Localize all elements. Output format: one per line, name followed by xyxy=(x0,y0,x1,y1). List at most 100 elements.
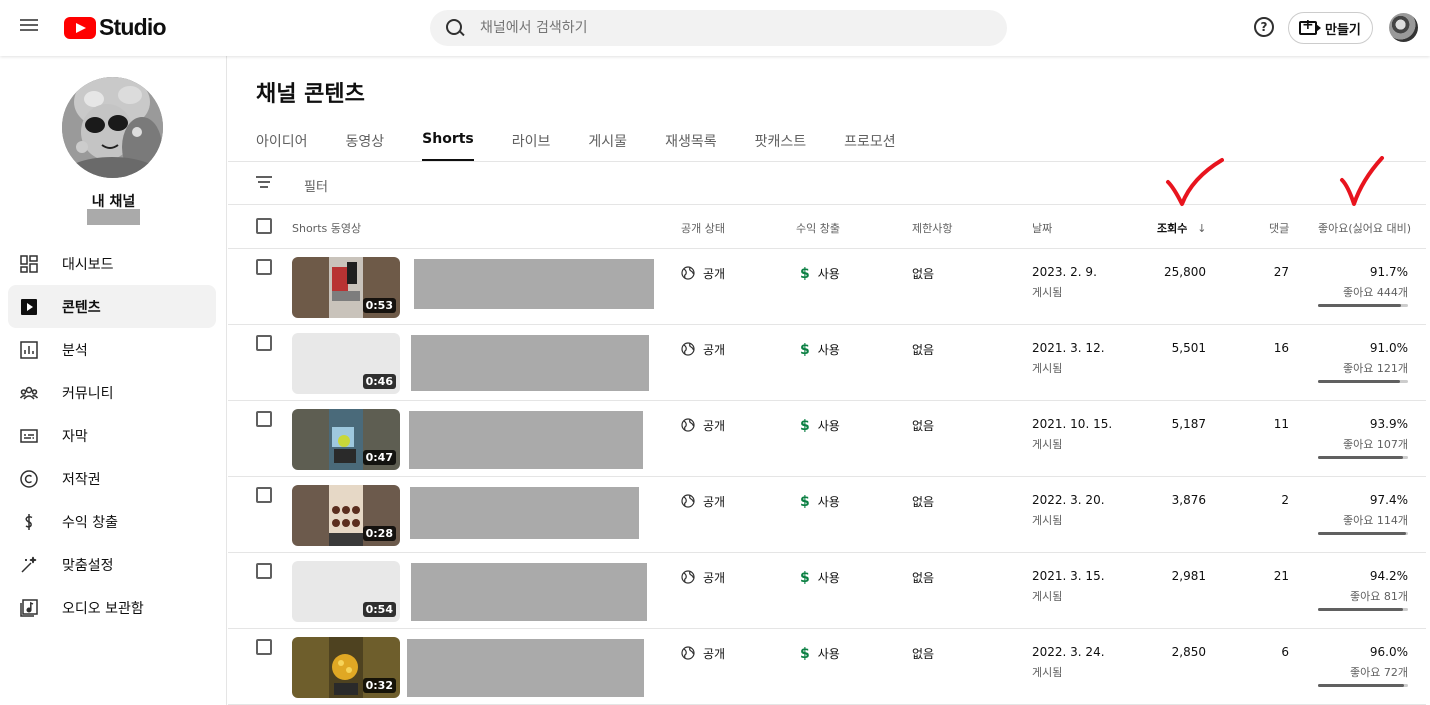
dashboard-icon xyxy=(20,254,38,273)
video-thumbnail[interactable]: 0:54 xyxy=(292,561,400,622)
likes-cell: 93.9% 좋아요 107개 xyxy=(1343,417,1408,452)
visibility-cell[interactable]: 공개 xyxy=(681,493,725,510)
video-title-redacted[interactable] xyxy=(414,259,654,309)
monetization-cell[interactable]: $ 사용 xyxy=(800,569,840,586)
filter-input[interactable]: 필터 xyxy=(304,176,328,195)
likes-cell: 96.0% 좋아요 72개 xyxy=(1350,645,1408,680)
create-button[interactable]: 만들기 xyxy=(1288,12,1373,44)
monetization-cell[interactable]: $ 사용 xyxy=(800,265,840,282)
date-cell: 2021. 3. 12. 게시됨 xyxy=(1032,341,1105,376)
sidebar-item-customization[interactable]: 맞춤설정 xyxy=(8,543,216,586)
video-title-redacted[interactable] xyxy=(411,563,647,621)
menu-icon[interactable] xyxy=(20,16,42,38)
visibility-cell[interactable]: 공개 xyxy=(681,645,725,662)
like-ratio-fill xyxy=(1318,608,1403,611)
sidebar-item-dashboard[interactable]: 대시보드 xyxy=(8,242,216,285)
table-row[interactable]: 0:53 공개 $ 사용 없음 2023. 2. 9. 게시됨 25,800 27… xyxy=(228,249,1426,325)
like-ratio-bar xyxy=(1318,456,1408,459)
visibility-cell[interactable]: 공개 xyxy=(681,569,725,586)
views-cell: 5,501 xyxy=(1171,341,1206,355)
studio-logo[interactable]: Studio xyxy=(64,14,167,41)
like-ratio-bar xyxy=(1318,304,1408,307)
analytics-icon xyxy=(20,340,38,359)
monetization-cell[interactable]: $ 사용 xyxy=(800,341,840,358)
monetization-cell[interactable]: $ 사용 xyxy=(800,493,840,510)
monetization-cell[interactable]: $ 사용 xyxy=(800,417,840,434)
sidebar-item-monetization[interactable]: 수익 창출 xyxy=(8,500,216,543)
row-checkbox[interactable] xyxy=(256,563,272,579)
select-all-checkbox[interactable] xyxy=(256,218,272,234)
video-thumbnail[interactable]: 0:46 xyxy=(292,333,400,394)
row-checkbox[interactable] xyxy=(256,487,272,503)
tab-posts[interactable]: 게시물 xyxy=(588,126,627,162)
like-count: 좋아요 107개 xyxy=(1343,438,1408,451)
sidebar-item-audio-library[interactable]: 오디오 보관함 xyxy=(8,586,216,629)
channel-avatar[interactable] xyxy=(62,77,163,178)
account-avatar[interactable] xyxy=(1389,13,1418,42)
views-cell: 3,876 xyxy=(1171,493,1206,507)
header-likes[interactable]: 좋아요(싫어요 대비) xyxy=(1318,220,1411,236)
comments-cell: 16 xyxy=(1273,341,1289,355)
video-title-redacted[interactable] xyxy=(411,335,649,391)
search-bar[interactable] xyxy=(430,10,1007,46)
monetization-cell[interactable]: $ 사용 xyxy=(800,645,840,662)
header-visibility[interactable]: 공개 상태 xyxy=(681,220,725,236)
row-checkbox[interactable] xyxy=(256,335,272,351)
help-icon[interactable]: ? xyxy=(1254,17,1274,37)
like-ratio-bar xyxy=(1318,380,1408,383)
video-thumbnail[interactable]: 0:28 xyxy=(292,485,400,546)
row-checkbox[interactable] xyxy=(256,259,272,275)
magic-wand-icon xyxy=(20,556,38,574)
search-input[interactable] xyxy=(480,20,960,36)
filter-bar[interactable]: 필터 xyxy=(228,162,1426,205)
sidebar-item-label: 오디오 보관함 xyxy=(62,600,144,617)
comments-cell: 2 xyxy=(1281,493,1289,507)
community-icon xyxy=(20,384,38,402)
table-row[interactable]: 0:28 공개 $ 사용 없음 2022. 3. 20. 게시됨 3,876 2 … xyxy=(228,477,1426,553)
search-icon[interactable] xyxy=(446,19,464,37)
table-row[interactable]: 0:47 공개 $ 사용 없음 2021. 10. 15. 게시됨 5,187 1… xyxy=(228,401,1426,477)
tab-podcasts[interactable]: 팟캐스트 xyxy=(755,126,807,162)
likes-cell: 91.7% 좋아요 444개 xyxy=(1343,265,1408,300)
video-thumbnail[interactable]: 0:53 xyxy=(292,257,400,318)
tab-shorts[interactable]: Shorts xyxy=(422,126,474,162)
visibility-label: 공개 xyxy=(703,571,726,585)
visibility-cell[interactable]: 공개 xyxy=(681,265,725,282)
tab-live[interactable]: 라이브 xyxy=(512,126,551,162)
content-icon xyxy=(20,298,38,316)
video-thumbnail[interactable]: 0:47 xyxy=(292,409,400,470)
sidebar-item-analytics[interactable]: 분석 xyxy=(8,328,216,371)
sidebar-item-label: 분석 xyxy=(62,342,88,359)
header-date[interactable]: 날짜 xyxy=(1032,220,1052,236)
sidebar-item-content[interactable]: 콘텐츠 xyxy=(8,285,216,328)
filter-icon[interactable] xyxy=(256,176,272,190)
sidebar-item-community[interactable]: 커뮤니티 xyxy=(8,371,216,414)
visibility-label: 공개 xyxy=(703,419,726,433)
visibility-label: 공개 xyxy=(703,267,726,281)
table-row[interactable]: 0:46 공개 $ 사용 없음 2021. 3. 12. 게시됨 5,501 16… xyxy=(228,325,1426,401)
header-comments[interactable]: 댓글 xyxy=(1269,220,1289,236)
row-checkbox[interactable] xyxy=(256,411,272,427)
comments-cell: 11 xyxy=(1273,417,1289,431)
row-checkbox[interactable] xyxy=(256,639,272,655)
sidebar-item-subtitles[interactable]: 자막 xyxy=(8,414,216,457)
header-monetization[interactable]: 수익 창출 xyxy=(796,220,840,236)
tab-promotions[interactable]: 프로모션 xyxy=(844,126,896,162)
date-status: 게시됨 xyxy=(1032,362,1063,375)
table-row[interactable]: 0:54 공개 $ 사용 없음 2021. 3. 15. 게시됨 2,981 21… xyxy=(228,553,1426,629)
like-ratio-bar xyxy=(1318,532,1408,535)
visibility-cell[interactable]: 공개 xyxy=(681,417,725,434)
video-title-redacted[interactable] xyxy=(410,487,639,539)
date-status: 게시됨 xyxy=(1032,514,1063,527)
sidebar-item-copyright[interactable]: 저작권 xyxy=(8,457,216,500)
table-row[interactable]: 0:32 공개 $ 사용 없음 2022. 3. 24. 게시됨 2,850 6 … xyxy=(228,629,1426,705)
visibility-cell[interactable]: 공개 xyxy=(681,341,725,358)
video-title-redacted[interactable] xyxy=(407,639,644,697)
video-thumbnail[interactable]: 0:32 xyxy=(292,637,400,698)
tab-playlists[interactable]: 재생목록 xyxy=(665,126,717,162)
tab-videos[interactable]: 동영상 xyxy=(346,126,385,162)
sidebar-item-label: 콘텐츠 xyxy=(62,299,101,316)
header-views[interactable]: 조회수 ↓ xyxy=(1157,220,1206,236)
video-title-redacted[interactable] xyxy=(409,411,643,469)
tab-ideas[interactable]: 아이디어 xyxy=(256,126,308,162)
